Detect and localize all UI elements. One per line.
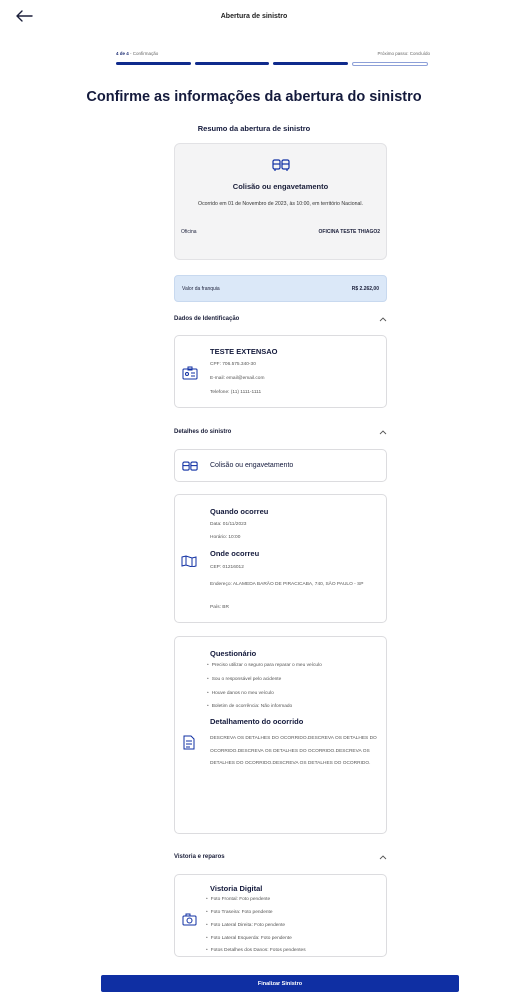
progress-segment-4: [351, 62, 428, 66]
progress-segment-1: [116, 62, 191, 65]
camera-car-icon: [182, 913, 197, 926]
summary-card: Colisão ou engavetamento Ocorrido em 01 …: [174, 143, 387, 260]
car-collision-icon: [272, 159, 290, 171]
where-title: Onde ocorreu: [210, 549, 260, 558]
list-item: Foto Traseira: Foto pendente: [206, 910, 273, 915]
summary-heading: Resumo da abertura de sinistro: [197, 124, 311, 133]
section-inspection-toggle[interactable]: Vistoria e reparos: [174, 854, 387, 860]
workshop-label: Oficina: [181, 229, 197, 235]
car-collision-icon: [182, 461, 198, 471]
list-item: Boletim de ocorrência: Não informado: [207, 704, 293, 709]
progress-segment-2: [194, 62, 269, 65]
where-country: País: BR: [210, 605, 229, 610]
top-bar: Abertura de sinistro: [0, 0, 508, 34]
summary-workshop: Oficina OFICINA TESTE THIAGO2: [181, 229, 380, 235]
id-card-icon: [182, 366, 198, 380]
franchise-box: Valor da franquia R$ 2.262,00: [174, 275, 387, 302]
where-cep: CEP: 01216012: [210, 565, 244, 570]
progress-next: Próximo passo: Concluído: [377, 51, 430, 56]
section-title: Vistoria e reparos: [174, 854, 225, 860]
inspection-title: Vistoria Digital: [210, 884, 263, 893]
when-time: Horário: 10:00: [210, 535, 241, 540]
chevron-up-icon: [379, 317, 387, 322]
questionnaire-title: Questionário: [210, 649, 257, 658]
franchise-label: Valor da franquia: [182, 285, 220, 292]
incident-type: Colisão ou engavetamento: [210, 462, 294, 469]
franchise-value: R$ 2.262,00: [351, 285, 379, 292]
questionnaire-card: Questionário Preciso utilizar o seguro p…: [174, 636, 387, 834]
list-item: Preciso utilizar o seguro para reparar o…: [207, 663, 322, 668]
detail-text: DESCREVA OS DETALHES DO OCORRIDO.DESCREV…: [210, 736, 377, 766]
workshop-value: OFICINA TESTE THIAGO2: [318, 229, 380, 235]
section-title: Detalhes do sinistro: [174, 429, 232, 435]
chevron-up-icon: [379, 430, 387, 435]
progress-bar: [116, 62, 428, 66]
when-title: Quando ocorreu: [210, 507, 269, 516]
identification-name: TESTE EXTENSAO: [210, 347, 278, 356]
list-item: Foto Frontal: Foto pendente: [206, 897, 270, 902]
identification-email: E-mail: email@email.com: [210, 376, 265, 381]
list-item: Houve danos no meu veículo: [207, 691, 274, 696]
progress-step: 4 de 4 - Confirmação: [116, 51, 159, 56]
summary-type: Colisão ou engavetamento: [232, 182, 329, 191]
identification-phone: Telefone: (11) 1111-1111: [210, 390, 262, 395]
page-title: Confirme as informações da abertura do s…: [86, 89, 422, 105]
where-address: Endereço: ALAMEDA BARÃO DE PIRACICABA, 7…: [210, 582, 364, 587]
list-item: Foto Lateral Direita: Foto pendente: [206, 923, 285, 928]
section-details-toggle[interactable]: Detalhes do sinistro: [174, 429, 387, 435]
detail-title: Detalhamento do ocorrido: [210, 717, 304, 726]
section-title: Dados de Identificação: [174, 316, 240, 322]
header-title: Abertura de sinistro: [220, 13, 288, 20]
identification-card: TESTE EXTENSAO CPF: 706.575.340-30 E-mai…: [174, 335, 387, 408]
finish-button[interactable]: Finalizar Sinistro: [101, 975, 459, 992]
summary-occurred: Ocorrido em 01 de Novembro de 2023, às 1…: [198, 201, 363, 207]
progress-segment-3: [273, 62, 348, 65]
identification-cpf: CPF: 706.575.340-30: [210, 362, 256, 367]
list-item: Fotos Detalhes dos Danos: Fotos pendente…: [206, 948, 306, 953]
inspection-card: Vistoria Digital Foto Frontal: Foto pend…: [174, 874, 387, 957]
when-where-card: Quando ocorreu Data: 01/11/2023 Horário:…: [174, 494, 387, 623]
when-date: Data: 01/11/2023: [210, 522, 247, 527]
document-icon: [183, 735, 195, 750]
section-identification-toggle[interactable]: Dados de Identificação: [174, 316, 387, 322]
map-icon: [181, 555, 197, 567]
list-item: Sou o responsável pelo acidente: [207, 677, 282, 682]
chevron-up-icon: [379, 855, 387, 860]
list-item: Foto Lateral Esquerda: Foto pendente: [206, 936, 292, 941]
incident-type-card: Colisão ou engavetamento: [174, 449, 387, 482]
